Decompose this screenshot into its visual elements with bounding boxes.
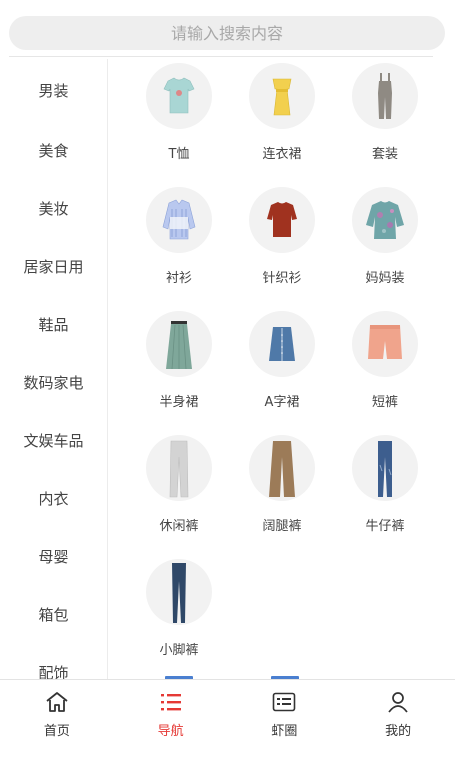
sidebar-item-accessories[interactable]: 配饰 — [0, 643, 107, 680]
category-sidebar: 男装 美食 美妆 居家日用 鞋品 数码家电 文娱车品 内衣 母婴 箱包 配饰 — [0, 59, 108, 679]
sidebar-item-underwear[interactable]: 内衣 — [0, 469, 107, 527]
search-box[interactable] — [9, 16, 445, 50]
tab-circle[interactable]: 虾圈 — [228, 680, 342, 757]
wide-pants-icon — [249, 435, 315, 501]
sidebar-item-entertainment-auto[interactable]: 文娱车品 — [0, 411, 107, 469]
category-label: 牛仔裤 — [365, 519, 405, 534]
sidebar-item-label: 男装 — [38, 81, 69, 100]
category-tshirt[interactable]: T恤 — [127, 63, 231, 173]
jeans-icon — [352, 435, 418, 501]
shorts-icon — [352, 311, 418, 377]
knit-sweater-icon — [249, 187, 315, 253]
category-label: T恤 — [168, 147, 190, 162]
sidebar-item-label: 内衣 — [38, 489, 69, 508]
category-label: 妈妈装 — [365, 271, 405, 286]
category-label: 连衣裙 — [262, 147, 302, 162]
bottom-tab-bar: 首页 导航 虾圈 我的 — [0, 679, 455, 757]
sidebar-item-baby[interactable]: 母婴 — [0, 527, 107, 585]
card-icon — [271, 690, 297, 714]
sidebar-item-label: 文娱车品 — [23, 431, 84, 450]
sidebar-item-label: 配饰 — [38, 663, 69, 680]
search-input[interactable] — [9, 23, 445, 43]
tab-label: 虾圈 — [271, 724, 298, 739]
sidebar-item-food[interactable]: 美食 — [0, 121, 107, 179]
yellow-dress-icon — [249, 63, 315, 129]
category-shorts[interactable]: 短裤 — [333, 311, 437, 421]
pleated-skirt-icon — [146, 311, 212, 377]
category-label: A字裙 — [264, 395, 300, 410]
category-grid-panel: T恤 连衣裙 套装 衬衫 针织衫 妈妈装 半身裙 A字裙 短裤 休闲裤 阔腿裤 … — [109, 59, 455, 679]
search-bar — [0, 0, 455, 58]
category-shirt[interactable]: 衬衫 — [127, 187, 231, 297]
category-a-line-skirt[interactable]: A字裙 — [230, 311, 334, 421]
sidebar-item-shoes[interactable]: 鞋品 — [0, 295, 107, 353]
sidebar-item-label: 美妆 — [38, 199, 69, 218]
category-jeans[interactable]: 牛仔裤 — [333, 435, 437, 545]
divider — [9, 56, 433, 57]
category-set[interactable]: 套装 — [333, 63, 437, 173]
tab-home[interactable]: 首页 — [0, 680, 114, 757]
sidebar-item-beauty[interactable]: 美妆 — [0, 179, 107, 237]
sidebar-item-label: 美食 — [38, 141, 69, 160]
sidebar-item-menswear[interactable]: 男装 — [0, 59, 107, 121]
category-label: 针织衫 — [262, 271, 302, 286]
tab-label: 首页 — [43, 724, 70, 739]
category-mom-wear[interactable]: 妈妈装 — [333, 187, 437, 297]
sidebar-item-label: 居家日用 — [23, 257, 84, 276]
category-label: 小脚裤 — [159, 643, 199, 658]
user-icon — [385, 690, 411, 714]
skinny-pants-icon — [146, 559, 212, 625]
tab-profile[interactable]: 我的 — [341, 680, 455, 757]
category-casual-pants[interactable]: 休闲裤 — [127, 435, 231, 545]
tab-navigation[interactable]: 导航 — [114, 680, 228, 757]
category-label: 套装 — [371, 147, 398, 162]
tshirt-icon — [146, 63, 212, 129]
category-skinny-pants[interactable]: 小脚裤 — [127, 559, 231, 669]
tab-label: 我的 — [385, 724, 412, 739]
category-label: 半身裙 — [159, 395, 199, 410]
sidebar-item-label: 数码家电 — [23, 373, 84, 392]
category-skirt[interactable]: 半身裙 — [127, 311, 231, 421]
category-knitwear[interactable]: 针织衫 — [230, 187, 334, 297]
print-blouse-icon — [352, 187, 418, 253]
sidebar-item-label: 鞋品 — [38, 315, 69, 334]
sidebar-item-household[interactable]: 居家日用 — [0, 237, 107, 295]
category-label: 衬衫 — [165, 271, 192, 286]
sidebar-item-bags[interactable]: 箱包 — [0, 585, 107, 643]
home-icon — [44, 690, 70, 714]
category-dress[interactable]: 连衣裙 — [230, 63, 334, 173]
striped-shirt-icon — [146, 187, 212, 253]
sidebar-item-label: 母婴 — [38, 547, 69, 566]
jumpsuit-icon — [352, 63, 418, 129]
category-label: 短裤 — [371, 395, 398, 410]
list-icon — [158, 690, 184, 714]
denim-skirt-icon — [249, 311, 315, 377]
casual-pants-icon — [146, 435, 212, 501]
tab-label: 导航 — [157, 724, 184, 739]
category-label: 休闲裤 — [159, 519, 199, 534]
sidebar-item-electronics[interactable]: 数码家电 — [0, 353, 107, 411]
category-label: 阔腿裤 — [262, 519, 302, 534]
sidebar-item-label: 箱包 — [38, 605, 69, 624]
category-wide-leg-pants[interactable]: 阔腿裤 — [230, 435, 334, 545]
